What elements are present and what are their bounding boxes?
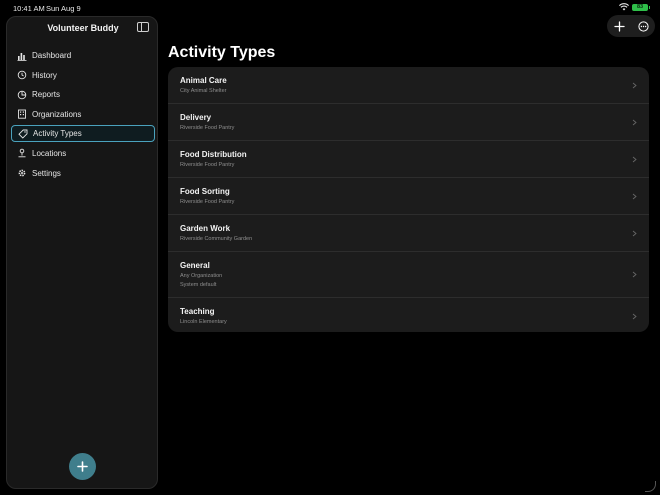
- sidebar-item-label: Locations: [32, 148, 67, 158]
- row-subtitle: Riverside Food Pantry: [180, 125, 235, 131]
- add-icon[interactable]: [613, 20, 625, 32]
- row-subtitle: System default: [180, 282, 217, 288]
- list-item[interactable]: Garden Work Riverside Community Garden: [168, 215, 649, 252]
- activity-types-list: Animal Care City Animal Shelter Delivery…: [168, 67, 649, 332]
- list-item[interactable]: Teaching Lincoln Elementary: [168, 298, 649, 332]
- row-title: Delivery: [180, 113, 212, 122]
- chevron-right-icon: [632, 271, 637, 278]
- page-title: Activity Types: [168, 44, 276, 61]
- sidebar-item-reports[interactable]: Reports: [11, 86, 155, 103]
- wifi-icon: [619, 3, 629, 11]
- sidebar-item-label: Reports: [32, 90, 61, 100]
- sidebar-nav: Dashboard History Reports Organizations …: [11, 47, 155, 184]
- clock-history-icon: [17, 70, 27, 80]
- sidebar-item-settings[interactable]: Settings: [11, 165, 155, 182]
- sidebar-item-history[interactable]: History: [11, 67, 155, 84]
- list-item[interactable]: General Any Organization System default: [168, 252, 649, 298]
- sidebar-item-label: History: [32, 70, 57, 80]
- sidebar-item-locations[interactable]: Locations: [11, 145, 155, 162]
- sidebar-item-label: Activity Types: [33, 129, 82, 139]
- status-bar: 10:41 AM Sun Aug 9 83: [0, 0, 660, 16]
- chart-bar-icon: [17, 51, 27, 61]
- list-item[interactable]: Food Sorting Riverside Food Pantry: [168, 178, 649, 215]
- row-subtitle: Lincoln Elementary: [180, 319, 227, 325]
- status-date: Sun Aug 9: [46, 4, 81, 13]
- plus-icon: [77, 461, 88, 472]
- row-title: General: [180, 261, 210, 270]
- more-icon[interactable]: [637, 20, 649, 32]
- add-button[interactable]: [69, 453, 96, 480]
- status-indicators: 83: [619, 3, 650, 11]
- row-title: Teaching: [180, 307, 215, 316]
- list-item[interactable]: Food Distribution Riverside Food Pantry: [168, 141, 649, 178]
- sidebar-item-label: Organizations: [32, 109, 82, 119]
- chevron-right-icon: [632, 156, 637, 163]
- chevron-right-icon: [632, 313, 637, 320]
- row-subtitle: City Animal Shelter: [180, 88, 227, 94]
- sidebar-toggle-icon[interactable]: [137, 22, 149, 32]
- status-time: 10:41 AM: [13, 4, 45, 13]
- row-subtitle: Riverside Food Pantry: [180, 199, 235, 205]
- sidebar: Volunteer Buddy Dashboard History Report…: [6, 16, 158, 489]
- sidebar-item-activity-types[interactable]: Activity Types: [11, 125, 155, 143]
- map-pin-icon: [17, 148, 27, 158]
- chevron-right-icon: [632, 230, 637, 237]
- tag-icon: [18, 129, 28, 139]
- building-icon: [17, 109, 27, 119]
- sidebar-item-label: Settings: [32, 168, 61, 178]
- sidebar-item-label: Dashboard: [32, 51, 72, 60]
- row-subtitle: Any Organization: [180, 273, 223, 279]
- row-title: Food Distribution: [180, 150, 247, 159]
- chevron-right-icon: [632, 119, 637, 126]
- list-item[interactable]: Delivery Riverside Food Pantry: [168, 104, 649, 141]
- battery-icon: 83: [632, 3, 650, 11]
- pie-chart-icon: [17, 90, 27, 100]
- battery-level: 83: [636, 4, 644, 10]
- row-title: Animal Care: [180, 76, 227, 85]
- row-subtitle: Riverside Community Garden: [180, 236, 253, 242]
- chevron-right-icon: [632, 193, 637, 200]
- row-subtitle: Riverside Food Pantry: [180, 162, 235, 168]
- chevron-right-icon: [632, 82, 637, 89]
- gear-icon: [17, 168, 27, 178]
- sidebar-item-organizations[interactable]: Organizations: [11, 106, 155, 123]
- row-title: Food Sorting: [180, 187, 230, 196]
- sidebar-item-dashboard[interactable]: Dashboard: [11, 47, 155, 64]
- row-title: Garden Work: [180, 224, 231, 233]
- resize-corner-icon: [645, 481, 656, 492]
- toolbar-actions: [607, 15, 655, 37]
- list-item[interactable]: Animal Care City Animal Shelter: [168, 67, 649, 104]
